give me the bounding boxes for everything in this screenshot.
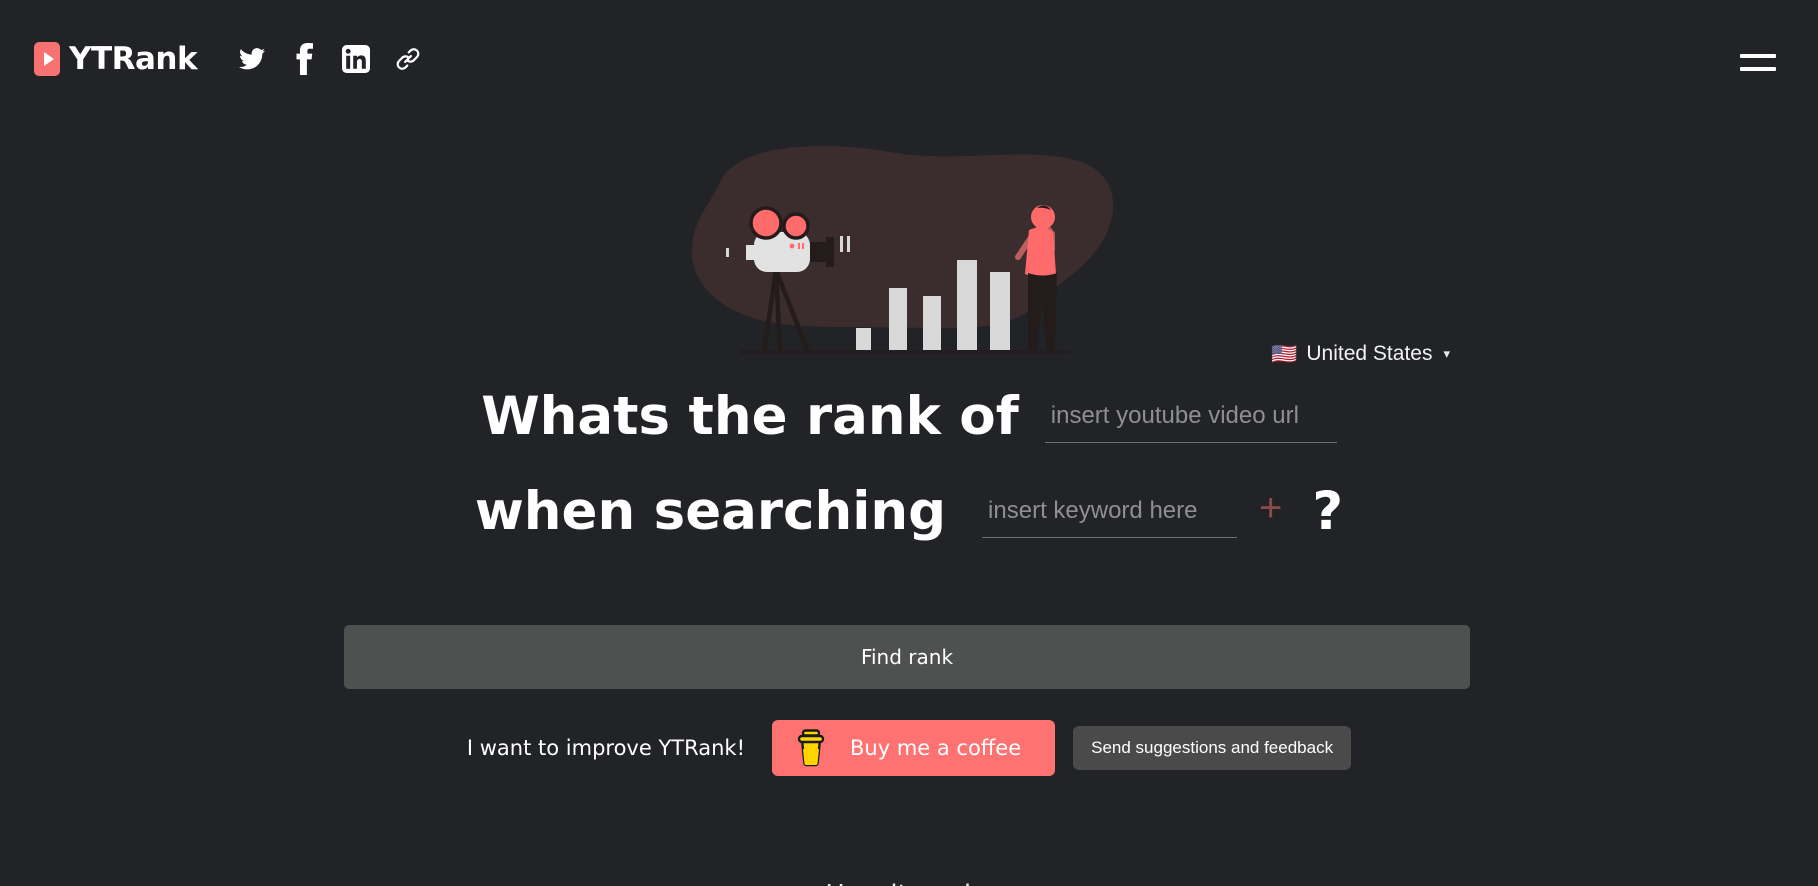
add-keyword-button[interactable]: + [1259,488,1282,538]
question-text-1: Whats the rank of [481,386,1019,447]
video-url-input[interactable] [1044,398,1337,443]
brand-logo[interactable]: YTRank [34,41,198,77]
site-header: YTRank [0,0,1818,118]
country-selector[interactable]: 🇺🇸 United States ▾ [1271,342,1450,366]
flag-icon: 🇺🇸 [1271,342,1298,366]
coffee-cup-icon [794,727,828,770]
question-mark: ? [1312,481,1344,542]
play-icon [34,42,60,76]
support-cta-row: I want to improve YTRank! Buy me a coffe… [0,720,1818,776]
find-rank-button[interactable]: Find rank [344,625,1470,689]
question-line-2: when searching + ? [0,485,1818,538]
facebook-icon[interactable] [289,43,319,75]
hamburger-menu-icon[interactable] [1740,50,1776,74]
link-icon[interactable] [393,43,423,75]
keyword-input[interactable] [982,493,1238,538]
twitter-icon[interactable] [237,43,267,75]
chevron-down-icon: ▾ [1443,346,1450,361]
send-feedback-button[interactable]: Send suggestions and feedback [1073,726,1352,770]
video-analytics-illustration [660,130,1120,355]
rank-search-form: Whats the rank of when searching + ? [0,390,1818,538]
social-links [237,43,423,75]
question-text-2: when searching [474,481,947,542]
below-fold-region: How it works [0,878,1818,886]
country-label: United States [1306,342,1433,365]
question-line-1: Whats the rank of [0,390,1818,443]
coffee-button-label: Buy me a coffee [850,736,1022,760]
below-fold-text: How it works [0,878,1818,886]
buy-me-a-coffee-button[interactable]: Buy me a coffee [772,720,1056,776]
linkedin-icon[interactable] [341,43,371,75]
improve-text: I want to improve YTRank! [466,736,745,760]
brand-name: YTRank [69,41,198,77]
